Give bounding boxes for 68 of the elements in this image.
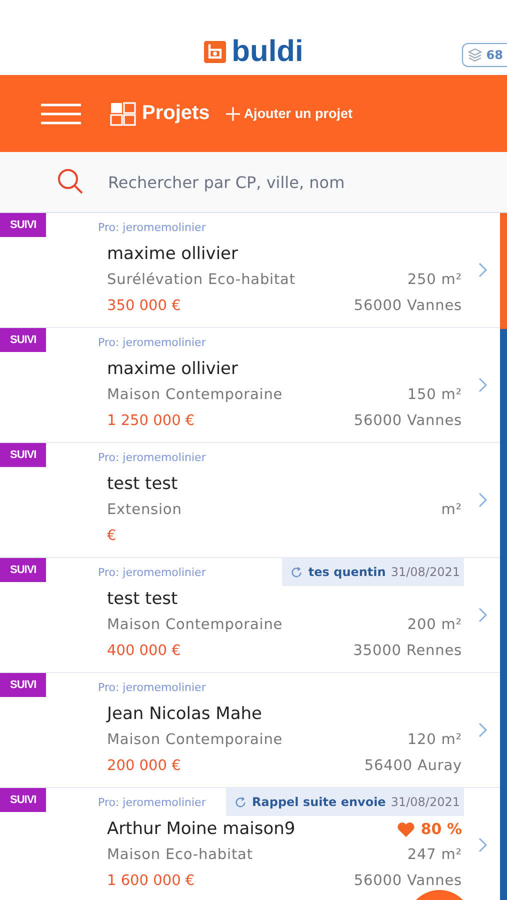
status-tag: SUIVI (0, 443, 46, 467)
project-city: 35000 Rennes (353, 643, 462, 659)
refresh-icon (234, 796, 248, 808)
project-city: 56000 Vannes (354, 873, 462, 889)
project-city: 56000 Vannes (354, 298, 462, 314)
client-name: Arthur Moine maison9 (107, 819, 296, 839)
project-price: 400 000 € (107, 643, 181, 659)
logo-icon (204, 41, 226, 63)
client-name: test test (107, 474, 178, 494)
pro-label: Pro: jeromemolinier (98, 680, 206, 694)
project-area: 120 m² (407, 732, 462, 748)
logo-text: buldi (232, 37, 304, 67)
project-type: Surélévation Eco-habitat (107, 272, 296, 288)
chevron-icon (478, 377, 488, 393)
client-name: maxime ollivier (107, 359, 238, 379)
grid-icon (110, 102, 136, 126)
project-area: 250 m² (407, 272, 462, 288)
layers-icon (467, 47, 484, 63)
chevron-icon (478, 492, 488, 508)
project-type: Maison Contemporaine (107, 387, 283, 403)
project-row[interactable]: SUIVI Pro: jeromemolinier maxime ollivier Maison Contemporaine 150 m² 1 250 000 € 56000 Vannes (0, 328, 500, 443)
chevron-icon (478, 722, 488, 738)
status-tag: SUIVI (0, 558, 46, 582)
project-area: 247 m² (407, 847, 462, 863)
project-type: Extension (107, 502, 182, 518)
project-row[interactable]: SUIVI Pro: jeromemolinier tes quentin 31/08/2021 test test Maison Contemporaine 200 m² 400 000 € 35000 Rennes (0, 558, 500, 673)
project-price: 1 600 000 € (107, 873, 195, 889)
project-type: Maison Contemporaine (107, 732, 283, 748)
refresh-icon (290, 566, 304, 578)
client-name: maxime ollivier (107, 244, 238, 264)
reminder-date: 31/08/2021 (390, 795, 460, 809)
score-value: 80 % (420, 820, 462, 838)
reminder-text: Rappel suite envoie (252, 795, 386, 809)
client-name: test test (107, 589, 178, 609)
plus-icon (226, 106, 240, 120)
menu-button[interactable] (40, 102, 82, 124)
pro-label: Pro: jeromemolinier (98, 220, 206, 234)
pro-label: Pro: jeromemolinier (98, 336, 206, 348)
heart-icon (396, 822, 415, 836)
project-price: 1 250 000 € (107, 413, 195, 429)
chevron-icon (478, 262, 488, 278)
pro-label: Pro: jeromemolinier (98, 450, 206, 464)
project-area: m² (441, 502, 462, 518)
project-row[interactable]: SUIVI Pro: jeromemolinier maxime ollivier Surélévation Eco-habitat 250 m² 350 000 € 56000 Vannes (0, 213, 500, 328)
project-price: 350 000 € (107, 298, 181, 314)
scrollbar[interactable] (500, 213, 507, 900)
project-city: 56000 Vannes (354, 413, 462, 429)
pro-label: Pro: jeromemolinier (98, 566, 206, 578)
reminder-text: tes quentin (308, 565, 386, 579)
project-price: 200 000 € (107, 758, 181, 774)
pro-label: Pro: jeromemolinier (98, 796, 206, 808)
project-price: € (107, 528, 116, 544)
menu-icon (40, 102, 82, 124)
client-name: Jean Nicolas Mahe (107, 704, 262, 724)
chevron-icon (478, 607, 488, 623)
status-tag: SUIVI (0, 673, 46, 697)
status-tag: SUIVI (0, 213, 46, 237)
project-row[interactable]: SUIVI Pro: jeromemolinier Rappel suite envoie 31/08/2021 Arthur Moine maison9 80 % Maison Eco-habitat 247 m² 1 600 000 € 56000 Vannes (0, 788, 500, 900)
project-type: Maison Eco-habitat (107, 847, 253, 863)
status-tag: SUIVI (0, 328, 46, 352)
reminder-date: 31/08/2021 (390, 565, 460, 579)
project-area: 150 m² (407, 387, 462, 403)
project-type: Maison Contemporaine (107, 617, 283, 633)
status-tag: SUIVI (0, 788, 46, 812)
project-area: 200 m² (407, 617, 462, 633)
project-counter[interactable]: 68 (462, 43, 507, 67)
project-city: 56400 Auray (364, 758, 462, 774)
chevron-icon (478, 837, 488, 853)
